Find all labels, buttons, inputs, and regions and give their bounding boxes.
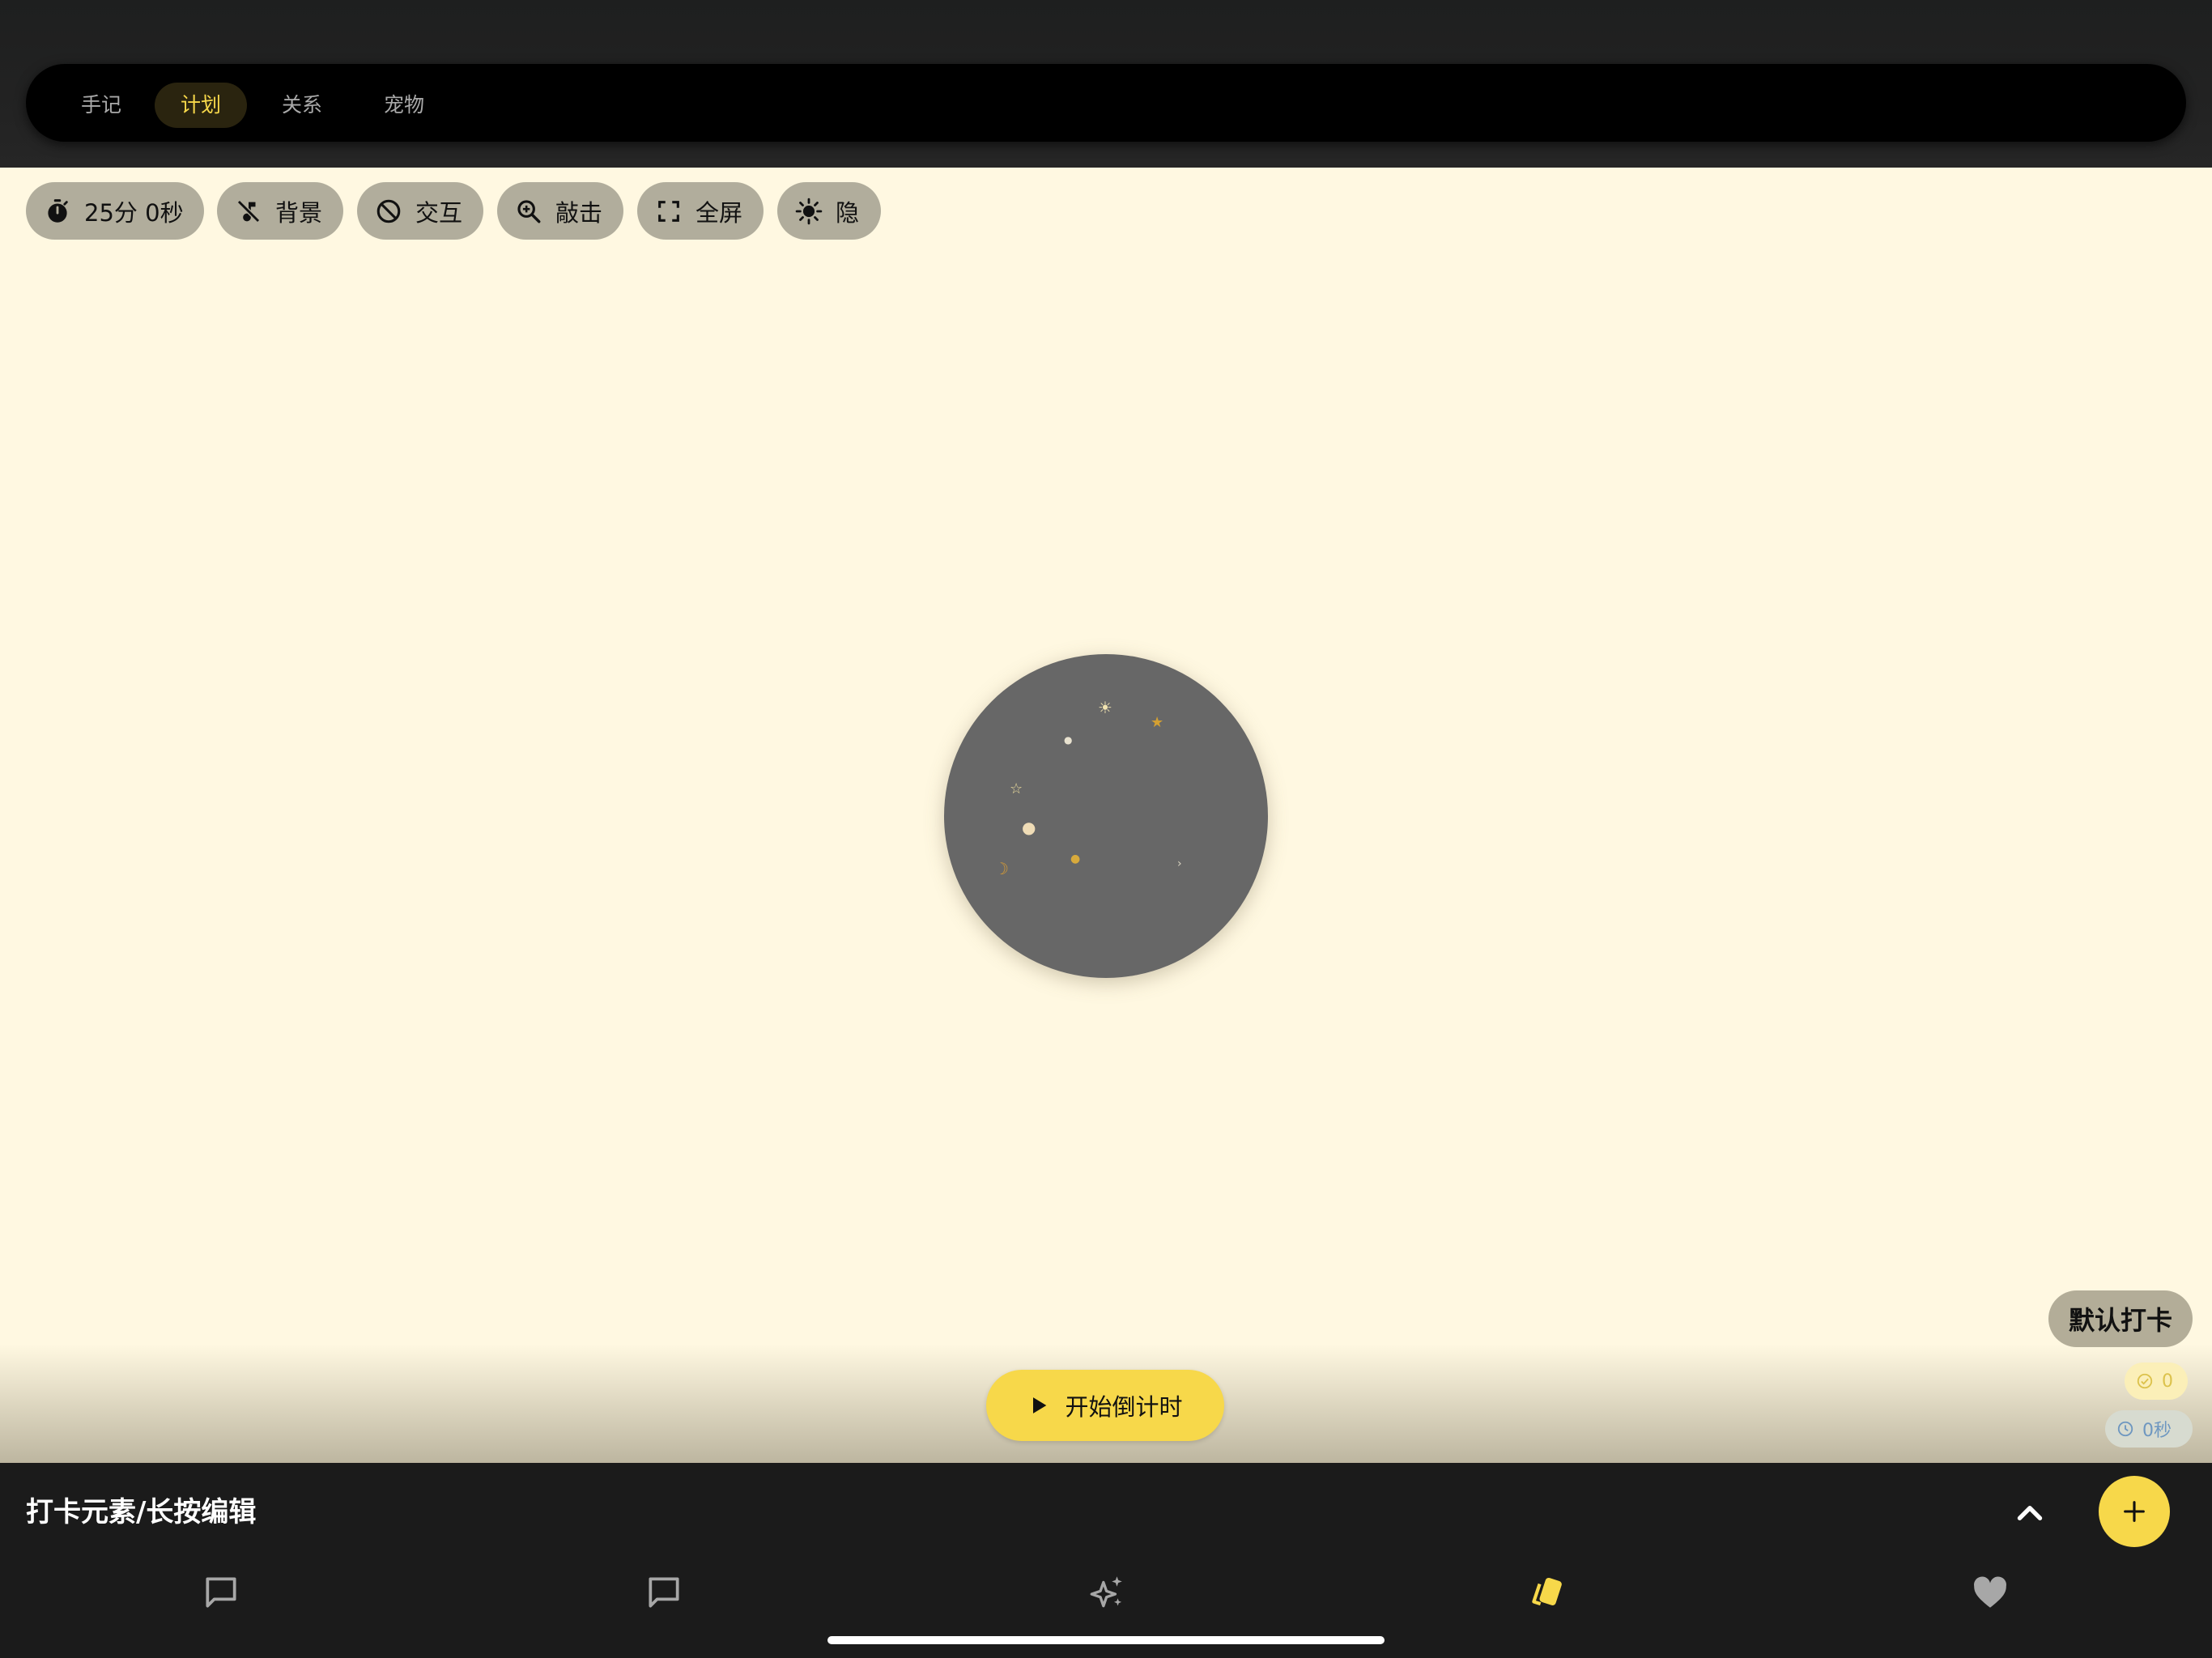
tab-pets[interactable]: 宠物 <box>358 83 450 128</box>
plus-icon <box>2124 1501 2145 1522</box>
duration-pill: 0秒 <box>2105 1410 2193 1448</box>
zoom-in-icon <box>517 199 541 223</box>
dot-sparkle-icon: ● <box>1064 734 1073 746</box>
block-icon <box>376 199 401 223</box>
star-sparkle-icon: ★ <box>1151 714 1164 731</box>
comment-icon[interactable] <box>644 1572 684 1613</box>
gold-dot-sparkle-icon: ● <box>1070 852 1081 865</box>
start-countdown-label: 开始倒计时 <box>1065 1393 1183 1421</box>
stopwatch-icon <box>48 198 68 223</box>
chevron-up-icon[interactable] <box>2010 1493 2050 1533</box>
duration-value: 0秒 <box>2142 1421 2172 1441</box>
background-label: 背景 <box>275 198 323 227</box>
chevron-sparkle-icon: › <box>1177 857 1182 870</box>
completed-count: 0 <box>2162 1371 2173 1392</box>
fullscreen-label: 全屏 <box>696 198 743 227</box>
chat-bubble-icon[interactable] <box>201 1572 241 1613</box>
sun-sparkle-icon: ☀ <box>1098 698 1112 717</box>
fullscreen-icon <box>658 200 679 222</box>
fullscreen-chip[interactable]: 全屏 <box>637 182 764 240</box>
bottom-panel <box>0 1463 2212 1658</box>
check-circle-icon <box>2137 1373 2153 1389</box>
add-element-button[interactable] <box>2099 1476 2170 1547</box>
completed-count-pill: 0 <box>2125 1363 2188 1400</box>
moon-sparkle-icon: ☽ <box>994 859 1009 878</box>
clock-icon <box>2117 1421 2133 1437</box>
sparkle-icon[interactable] <box>1087 1572 1127 1613</box>
interaction-chip[interactable]: 交互 <box>357 182 483 240</box>
tab-relations[interactable]: 关系 <box>256 83 348 128</box>
music-off-icon <box>236 199 261 223</box>
focus-orb[interactable]: ☀ ★ ● ☆ ● ● ☽ › <box>944 654 1268 978</box>
timer-label: 25分 0秒 <box>84 198 184 227</box>
tab-journal[interactable]: 手记 <box>55 83 147 128</box>
timer-chip[interactable]: 25分 0秒 <box>26 182 204 240</box>
interaction-label: 交互 <box>415 198 463 227</box>
outline-star-sparkle-icon: ☆ <box>1010 780 1023 797</box>
home-indicator[interactable] <box>827 1636 1385 1644</box>
cards-icon[interactable] <box>1527 1572 1568 1613</box>
circle-sparkle-icon: ● <box>1022 818 1036 837</box>
tab-plan[interactable]: 计划 <box>155 83 248 128</box>
play-icon <box>1033 1397 1047 1414</box>
hide-chip[interactable]: 隐 <box>777 182 881 240</box>
tap-chip[interactable]: 敲击 <box>497 182 623 240</box>
category-tab-bar: 手记 计划 关系 宠物 <box>26 64 2186 142</box>
tap-label: 敲击 <box>555 198 603 227</box>
background-sound-chip[interactable]: 背景 <box>217 182 343 240</box>
panel-title: 打卡元素/长按编辑 <box>26 1496 257 1528</box>
heart-icon[interactable] <box>1970 1572 2010 1613</box>
brightness-icon <box>795 198 823 224</box>
start-countdown-button[interactable]: 开始倒计时 <box>986 1370 1224 1441</box>
checkin-name-badge[interactable]: 默认打卡 <box>2048 1290 2193 1347</box>
hide-label: 隐 <box>836 198 860 227</box>
